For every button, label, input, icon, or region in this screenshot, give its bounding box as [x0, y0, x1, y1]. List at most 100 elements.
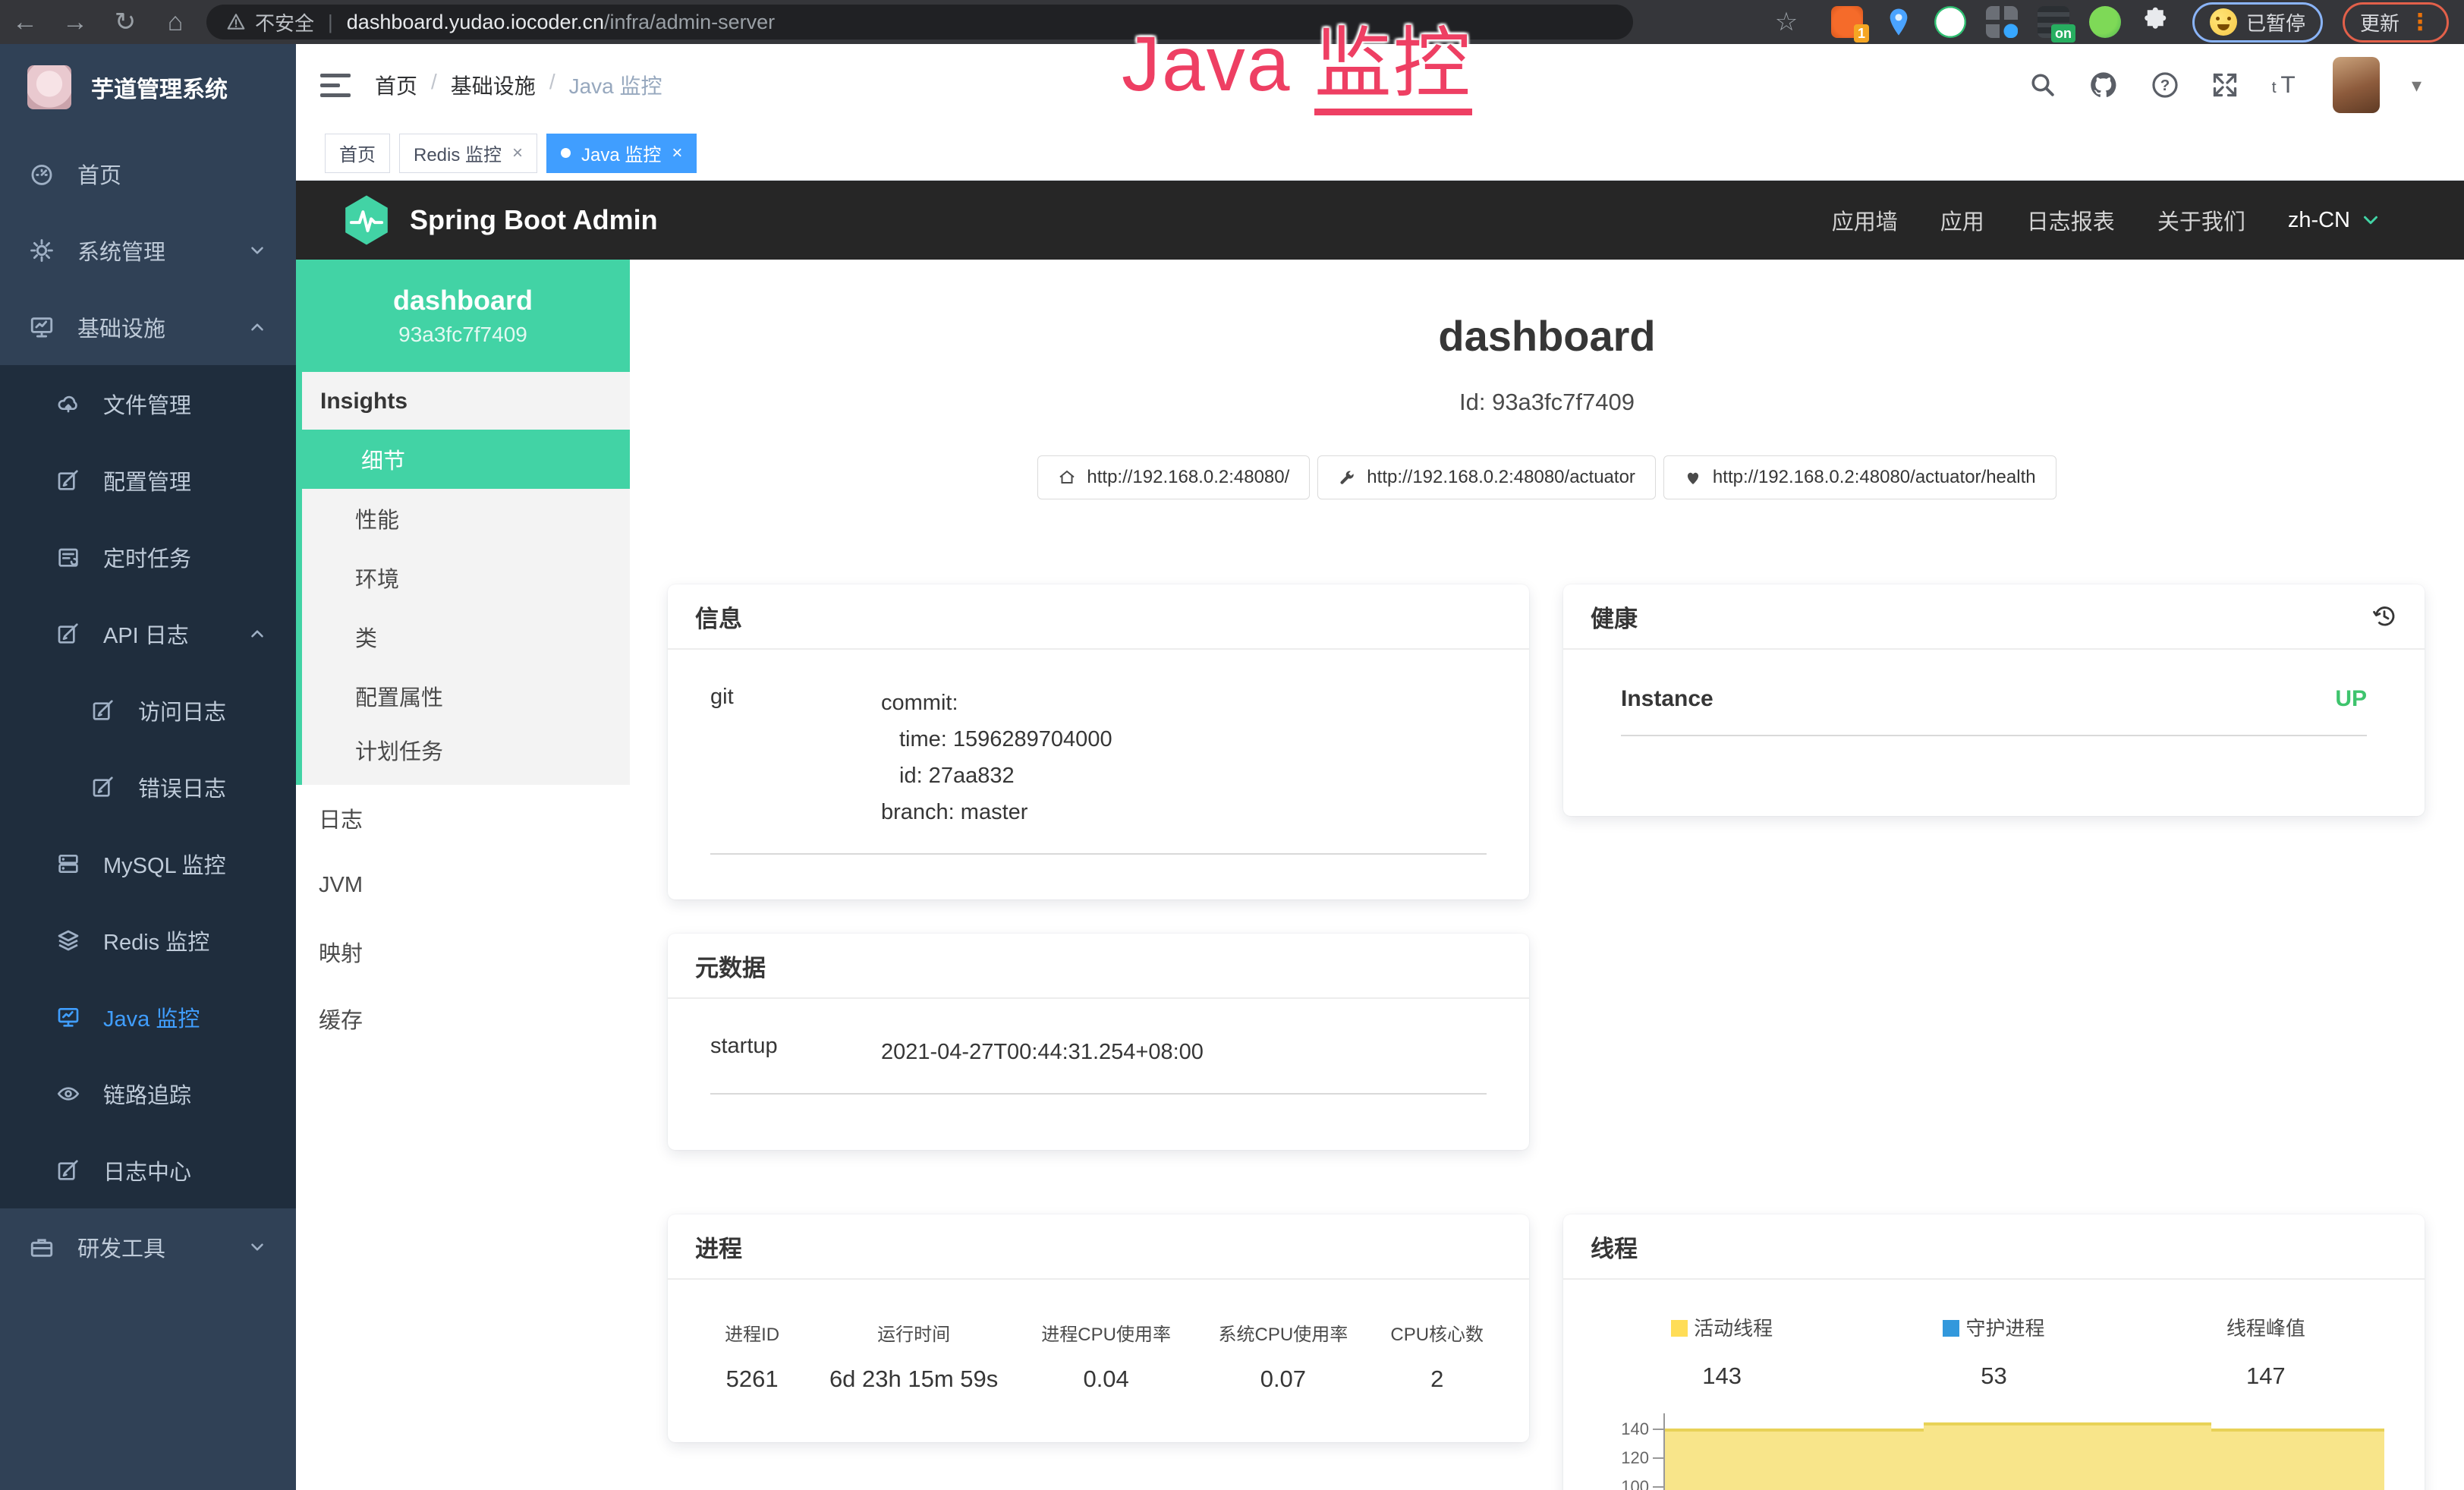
sidebar-item-label: 日志中心 [103, 1155, 267, 1186]
hamburger-icon[interactable] [320, 68, 351, 103]
extension-pin-icon[interactable] [1883, 6, 1915, 38]
gear-icon [29, 238, 55, 263]
sidebar-item-file-manage[interactable]: 文件管理 [0, 365, 296, 442]
metadata-startup-value: 2021-04-27T00:44:31.254+08:00 [881, 1034, 1487, 1070]
bookmark-star-icon[interactable]: ☆ [1761, 7, 1811, 37]
extension-icon-1[interactable]: 1 [1831, 6, 1863, 38]
metadata-card: 元数据 startup 2021-04-27T00:44:31.254+08:0… [668, 934, 1529, 1150]
sidebar-item-scheduled-jobs[interactable]: 定时任务 [0, 518, 296, 595]
sidebar-item-log-center[interactable]: 日志中心 [0, 1132, 296, 1208]
instance-item-caches[interactable]: 缓存 [296, 985, 630, 1052]
sidebar-item-dev-tools[interactable]: 研发工具 [0, 1208, 296, 1285]
metadata-startup-row: startup 2021-04-27T00:44:31.254+08:00 [710, 1003, 1487, 1095]
github-icon[interactable] [2088, 70, 2119, 100]
sba-brand-title: Spring Boot Admin [410, 204, 658, 236]
extension-icon-2[interactable] [1934, 6, 1966, 38]
info-card: 信息 git commit: time: 1596289704000 id: 2… [668, 584, 1529, 899]
health-url-button[interactable]: http://192.168.0.2:48080/actuator/health [1663, 455, 2056, 499]
database-icon [56, 852, 80, 876]
sba-nav-about[interactable]: 关于我们 [2157, 204, 2245, 236]
insight-item-classes[interactable]: 类 [302, 607, 630, 666]
browser-forward-icon[interactable]: → [50, 8, 100, 37]
fullscreen-icon[interactable] [2211, 71, 2239, 99]
profile-paused-pill[interactable]: 已暂停 [2192, 2, 2323, 43]
timer-document-icon [56, 545, 80, 569]
insight-item-environment[interactable]: 环境 [302, 548, 630, 607]
chevron-down-icon [247, 1237, 267, 1257]
annotation-cjk-underlined: 监控 [1314, 20, 1472, 115]
sidebar-item-redis-monitor[interactable]: Redis 监控 [0, 902, 296, 978]
sba-brand[interactable]: Spring Boot Admin [343, 194, 658, 246]
close-icon[interactable]: × [512, 143, 523, 164]
sidebar-item-access-log[interactable]: 访问日志 [0, 672, 296, 748]
insight-item-details[interactable]: 细节 [302, 430, 630, 489]
process-header-pid: 进程ID [691, 1319, 813, 1346]
tab-label: 首页 [339, 140, 376, 166]
process-header-uptime: 运行时间 [813, 1319, 1014, 1346]
breadcrumb-home[interactable]: 首页 [375, 70, 417, 100]
insights-group: Insights 细节 性能 环境 类 配置属性 计划任务 [296, 372, 630, 785]
legend-peak-value: 147 [2130, 1362, 2402, 1390]
process-header-cpu-cores: CPU核心数 [1367, 1319, 1506, 1346]
instance-item-jvm[interactable]: JVM [296, 852, 630, 918]
breadcrumb-infra[interactable]: 基础设施 [451, 70, 536, 100]
instance-item-logs[interactable]: 日志 [296, 785, 630, 852]
extension-badge-count: 1 [1854, 24, 1869, 43]
avatar-caret-icon[interactable]: ▾ [2412, 74, 2422, 97]
browser-menu-icon[interactable]: ⋮ [2409, 9, 2431, 36]
sidebar-item-mysql-monitor[interactable]: MySQL 监控 [0, 825, 296, 902]
app-logo-row: 芋道管理系统 [0, 44, 296, 109]
tab-redis-monitor[interactable]: Redis 监控 × [399, 134, 537, 173]
sidebar-item-label: 链路追踪 [103, 1078, 267, 1110]
sba-locale-select[interactable]: zh-CN [2288, 208, 2382, 233]
close-icon[interactable]: × [672, 143, 682, 164]
instance-sidebar: dashboard 93a3fc7f7409 Insights 细节 性能 环境… [296, 260, 630, 1490]
instance-header[interactable]: dashboard 93a3fc7f7409 [296, 260, 630, 372]
browser-back-icon[interactable]: ← [0, 8, 50, 37]
insight-item-scheduled-tasks[interactable]: 计划任务 [302, 726, 630, 785]
chevron-down-icon [2359, 209, 2382, 232]
sidebar-item-label: MySQL 监控 [103, 848, 267, 880]
help-icon[interactable] [2151, 71, 2179, 99]
sidebar-item-system[interactable]: 系统管理 [0, 212, 296, 288]
extension-icon-4[interactable]: on [2038, 6, 2069, 38]
sba-nav-journal[interactable]: 日志报表 [2027, 204, 2115, 236]
process-table: 进程ID5261 运行时间6d 23h 15m 59s 进程CPU使用率0.04… [668, 1280, 1529, 1393]
paused-label: 已暂停 [2246, 8, 2305, 36]
sidebar-item-label: API 日志 [103, 618, 225, 650]
tab-label: Java 监控 [581, 140, 661, 166]
browser-update-button[interactable]: 更新 ⋮ [2343, 2, 2449, 43]
metadata-startup-label: startup [710, 1034, 881, 1070]
sidebar-item-trace[interactable]: 链路追踪 [0, 1055, 296, 1132]
process-value-uptime: 6d 23h 15m 59s [813, 1366, 1014, 1393]
insight-item-performance[interactable]: 性能 [302, 489, 630, 548]
edit-icon [91, 775, 115, 799]
history-icon[interactable] [2371, 603, 2397, 629]
sidebar-item-config-manage[interactable]: 配置管理 [0, 442, 296, 518]
sidebar-item-home[interactable]: 首页 [0, 135, 296, 212]
service-url-button[interactable]: http://192.168.0.2:48080/ [1037, 455, 1310, 499]
extension-puzzle-icon[interactable] [2141, 6, 2173, 38]
sba-nav-wallboard[interactable]: 应用墙 [1832, 204, 1898, 236]
sba-nav-applications[interactable]: 应用 [1940, 204, 1984, 236]
java-monitor-icon [56, 1005, 80, 1029]
user-avatar[interactable] [2333, 57, 2380, 113]
font-size-icon[interactable] [2270, 70, 2301, 100]
tab-home[interactable]: 首页 [325, 134, 390, 173]
actuator-url-button[interactable]: http://192.168.0.2:48080/actuator [1317, 455, 1656, 499]
sidebar-item-error-log[interactable]: 错误日志 [0, 748, 296, 825]
sidebar-item-java-monitor[interactable]: Java 监控 [0, 978, 296, 1055]
sidebar-item-api-log[interactable]: API 日志 [0, 595, 296, 672]
insight-item-config-props[interactable]: 配置属性 [302, 666, 630, 726]
browser-home-icon[interactable]: ⌂ [150, 8, 200, 37]
extension-icon-5[interactable] [2089, 6, 2121, 38]
url-host: dashboard.yudao.iocoder.cn [347, 11, 604, 34]
instance-item-mappings[interactable]: 映射 [296, 918, 630, 985]
extension-icon-3[interactable] [1986, 6, 2018, 38]
breadcrumb: 首页 / 基础设施 / Java 监控 [375, 70, 662, 100]
tab-java-monitor[interactable]: Java 监控 × [546, 134, 697, 173]
sidebar-item-infra[interactable]: 基础设施 [0, 288, 296, 365]
browser-reload-icon[interactable]: ↻ [100, 7, 150, 37]
search-icon[interactable] [2029, 71, 2056, 99]
service-url: http://192.168.0.2:48080/ [1087, 467, 1289, 488]
